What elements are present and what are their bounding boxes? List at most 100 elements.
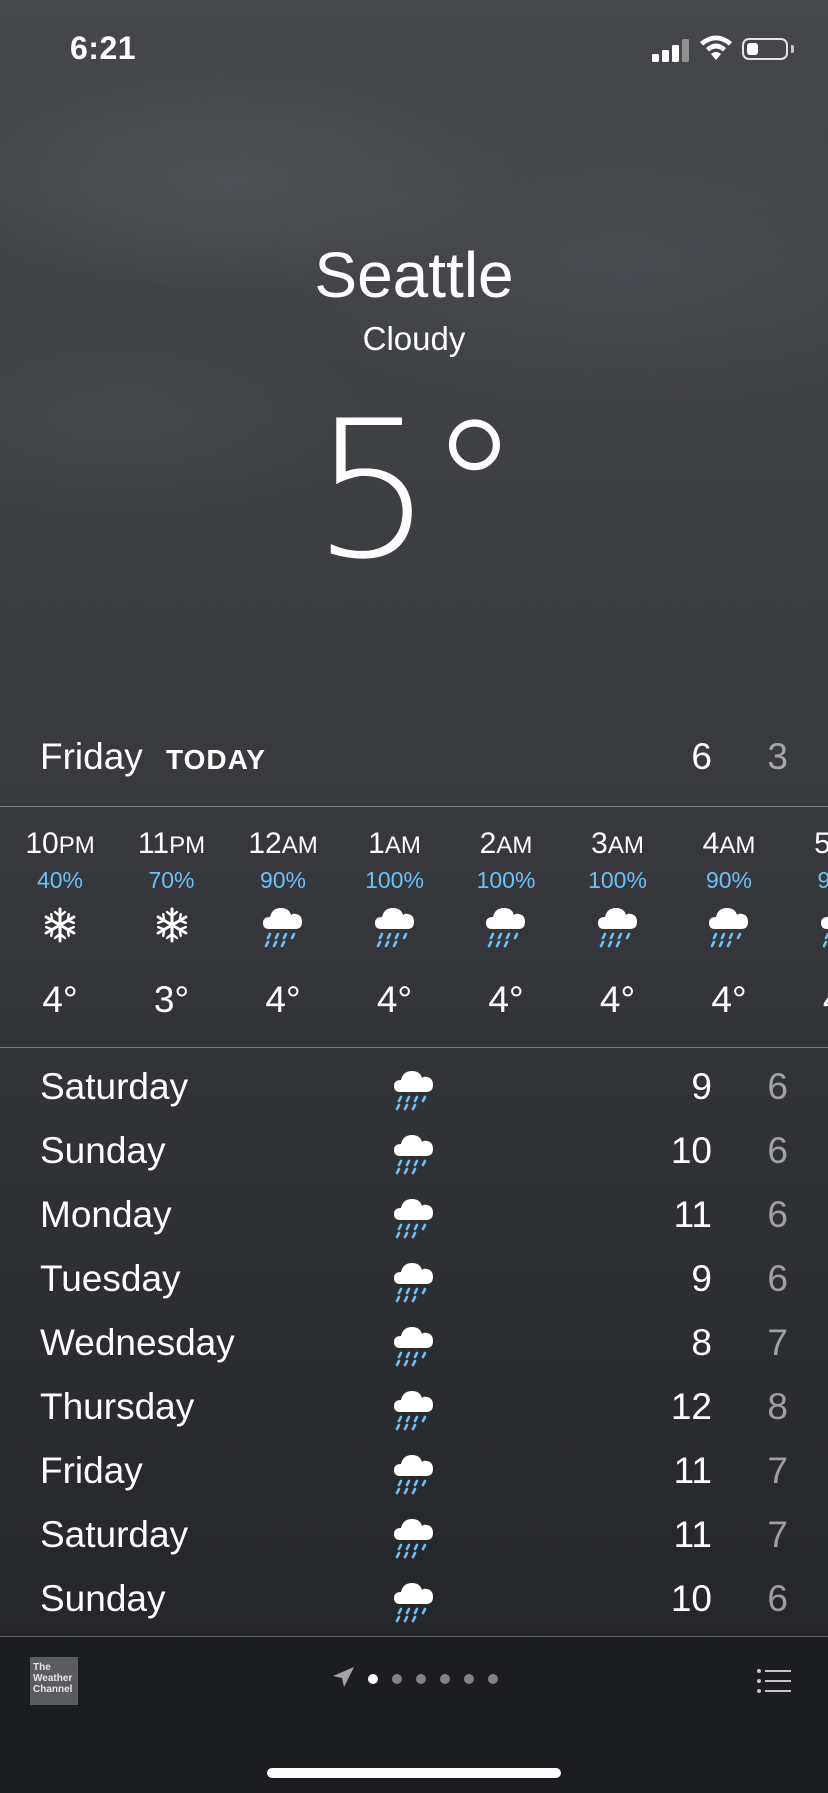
daily-high: 10 <box>632 1578 712 1620</box>
wifi-icon <box>698 34 734 62</box>
rain-icon <box>392 1578 436 1624</box>
divider <box>0 1047 828 1048</box>
city-name: Seattle <box>0 238 828 312</box>
hourly-forecast[interactable]: 10PM40%4°11PM70%3°12AM90%4°1AM100%4°2AM1… <box>0 807 828 1047</box>
cellular-signal-icon <box>652 38 692 62</box>
daily-high: 11 <box>632 1450 712 1492</box>
daily-low: 6 <box>728 1130 788 1172</box>
page-dot[interactable] <box>440 1674 450 1684</box>
hourly-hour: 3 <box>591 827 608 860</box>
today-day: Friday <box>40 736 143 778</box>
daily-row: Sunday106 <box>0 1568 828 1632</box>
rain-icon <box>373 903 417 949</box>
weather-channel-logo[interactable]: The Weather Channel <box>30 1657 78 1705</box>
battery-level <box>747 43 758 55</box>
hourly-meridiem: PM <box>169 832 205 859</box>
rain-icon <box>484 903 528 949</box>
hourly-precip-chance: 40% <box>4 867 116 894</box>
daily-row: Tuesday96 <box>0 1248 828 1312</box>
rain-icon <box>392 1258 436 1304</box>
snow-icon <box>38 903 82 949</box>
rain-icon <box>392 1066 436 1112</box>
daily-row: Monday116 <box>0 1184 828 1248</box>
hourly-time: 3AM <box>562 827 674 861</box>
daily-high: 9 <box>632 1258 712 1300</box>
snow-icon <box>150 903 194 949</box>
status-time: 6:21 <box>70 30 136 67</box>
today-row: Friday TODAY 6 3 <box>0 736 828 802</box>
daily-day: Saturday <box>40 1514 188 1556</box>
page-dot[interactable] <box>416 1674 426 1684</box>
hourly-temperature: 4° <box>4 979 116 1021</box>
hourly-temperature: 4° <box>673 979 785 1021</box>
hourly-meridiem: PM <box>59 832 95 859</box>
hourly-time: 1AM <box>339 827 451 861</box>
hourly-temperature: 4° <box>450 979 562 1021</box>
hourly-hour: 10 <box>25 827 58 860</box>
daily-low: 7 <box>728 1322 788 1364</box>
battery-tip <box>791 45 794 53</box>
hourly-time: 5AM <box>785 827 828 861</box>
hourly-meridiem: AM <box>496 832 532 859</box>
today-label: TODAY <box>166 744 266 776</box>
hourly-time: 2AM <box>450 827 562 861</box>
rain-icon <box>392 1322 436 1368</box>
daily-row: Sunday 10 6 <box>0 1120 828 1184</box>
page-dot[interactable] <box>464 1674 474 1684</box>
daily-high: 12 <box>632 1386 712 1428</box>
logo-line: Weather <box>33 1673 75 1684</box>
daily-low: 7 <box>728 1450 788 1492</box>
logo-line: Channel <box>33 1684 75 1695</box>
daily-low: 6 <box>728 1066 788 1108</box>
hourly-hour: 2 <box>480 827 497 860</box>
rain-icon <box>392 1194 436 1240</box>
hourly-time: 10PM <box>4 827 116 861</box>
hourly-precip-chance: 90% <box>227 867 339 894</box>
rain-icon <box>707 903 751 949</box>
daily-day: Friday <box>40 1450 143 1492</box>
daily-high: 10 <box>632 1130 712 1172</box>
weather-condition: Cloudy <box>0 320 828 358</box>
daily-day: Wednesday <box>40 1322 235 1364</box>
page-dot[interactable] <box>368 1674 378 1684</box>
battery-icon <box>742 38 788 60</box>
page-dot[interactable] <box>392 1674 402 1684</box>
location-arrow-icon <box>330 1665 356 1691</box>
hourly-hour: 4 <box>703 827 720 860</box>
logo-line: The <box>33 1662 75 1673</box>
hourly-precip-chance: 100% <box>562 867 674 894</box>
hourly-precip-chance: 100% <box>450 867 562 894</box>
hourly-precip-chance: 90% <box>785 867 828 894</box>
daily-high: 8 <box>632 1322 712 1364</box>
page-indicator[interactable] <box>330 1665 510 1695</box>
daily-low: 6 <box>728 1258 788 1300</box>
daily-row: Thursday128 <box>0 1376 828 1440</box>
hourly-precip-chance: 90% <box>673 867 785 894</box>
daily-low: 7 <box>728 1514 788 1556</box>
hourly-meridiem: AM <box>719 832 755 859</box>
hourly-hour: 11 <box>138 827 169 860</box>
daily-high: 11 <box>632 1194 712 1236</box>
daily-row: Saturday96 <box>0 1056 828 1120</box>
daily-row: Saturday117 <box>0 1504 828 1568</box>
daily-low: 6 <box>728 1194 788 1236</box>
rain-icon <box>261 903 305 949</box>
today-high: 6 <box>652 736 712 778</box>
current-temperature: 5° <box>0 380 828 601</box>
hourly-time: 11PM <box>116 827 228 861</box>
hourly-meridiem: AM <box>385 832 421 859</box>
rain-icon <box>392 1130 436 1176</box>
status-bar: 6:21 <box>0 0 828 100</box>
page-dot[interactable] <box>488 1674 498 1684</box>
hourly-temperature: 4° <box>227 979 339 1021</box>
daily-day: Sunday <box>40 1130 166 1172</box>
rain-icon <box>392 1450 436 1496</box>
hourly-time: 4AM <box>673 827 785 861</box>
home-indicator[interactable] <box>267 1768 561 1778</box>
hourly-temperature: 4° <box>339 979 451 1021</box>
hourly-hour: 12 <box>248 827 281 860</box>
hourly-meridiem: AM <box>282 832 318 859</box>
daily-day: Saturday <box>40 1066 188 1108</box>
hourly-hour: 1 <box>368 827 385 860</box>
list-icon[interactable] <box>756 1667 792 1695</box>
